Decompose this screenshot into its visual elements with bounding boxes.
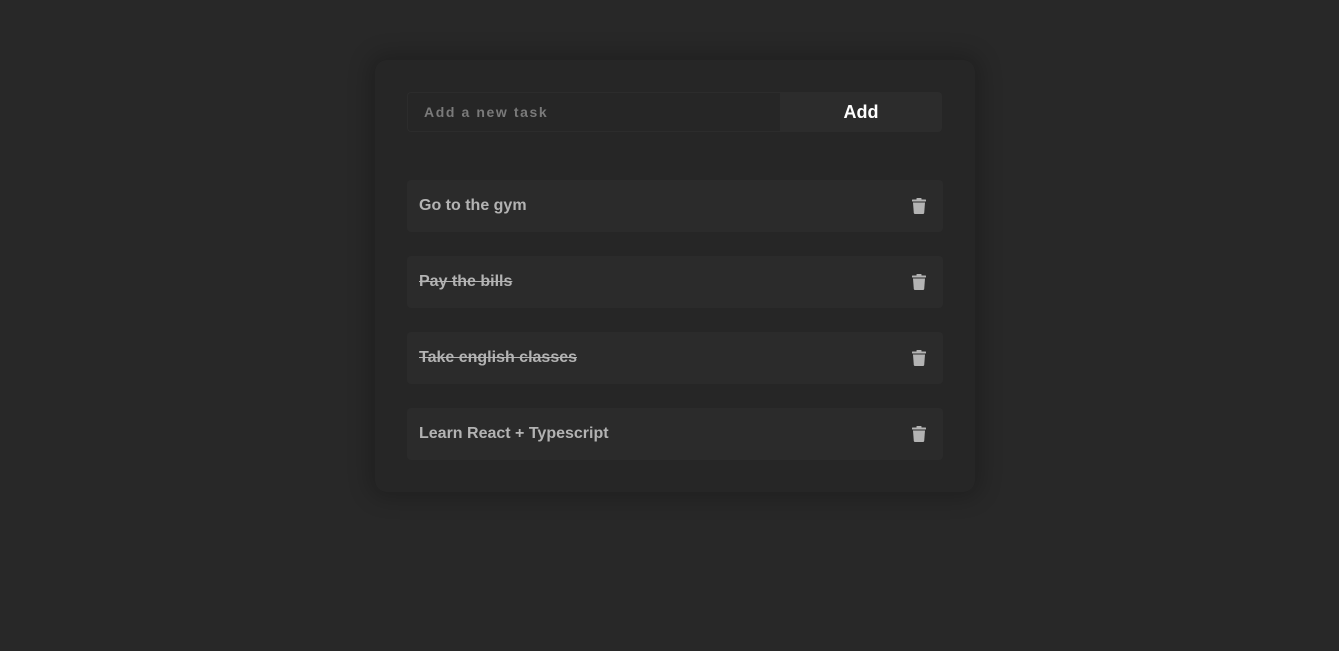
task-item: Take english classes: [407, 332, 943, 384]
task-text[interactable]: Go to the gym: [419, 197, 527, 215]
add-task-form: Add: [407, 92, 942, 132]
task-item: Go to the gym: [407, 180, 943, 232]
task-item: Learn React + Typescript: [407, 408, 943, 460]
trash-icon: [912, 274, 926, 290]
task-text[interactable]: Learn React + Typescript: [419, 425, 609, 443]
todo-app: Add Go to the gym Pay the bills: [0, 0, 1339, 651]
trash-icon: [912, 350, 926, 366]
trash-icon: [912, 426, 926, 442]
add-button[interactable]: Add: [780, 92, 942, 132]
delete-task-button[interactable]: [907, 270, 931, 294]
delete-task-button[interactable]: [907, 194, 931, 218]
todo-card: Add Go to the gym Pay the bills: [375, 60, 975, 492]
trash-icon: [912, 198, 926, 214]
delete-task-button[interactable]: [907, 422, 931, 446]
new-task-input[interactable]: [407, 92, 780, 132]
task-list: Go to the gym Pay the bills Take english…: [407, 180, 943, 460]
task-text[interactable]: Take english classes: [419, 349, 577, 367]
task-item: Pay the bills: [407, 256, 943, 308]
delete-task-button[interactable]: [907, 346, 931, 370]
task-text[interactable]: Pay the bills: [419, 273, 512, 291]
